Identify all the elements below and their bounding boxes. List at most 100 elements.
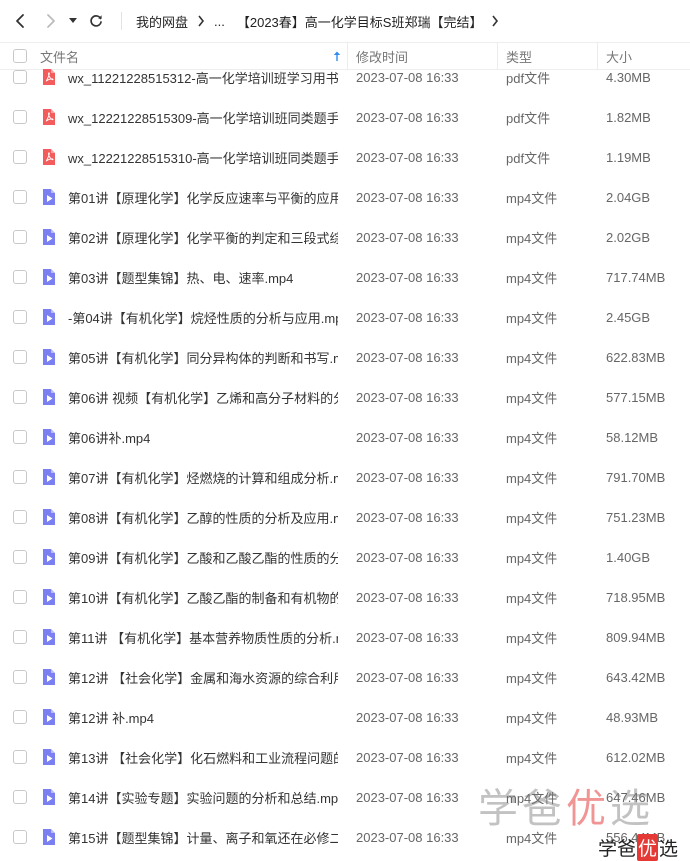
row-checkbox[interactable] xyxy=(13,350,27,364)
row-checkbox[interactable] xyxy=(13,270,27,284)
file-name[interactable]: 第15讲【题型集锦】计量、离子和氧还在必修二... xyxy=(68,828,338,847)
row-checkbox[interactable] xyxy=(13,710,27,724)
file-name[interactable]: 第09讲【有机化学】乙酸和乙酸乙酯的性质的分... xyxy=(68,548,338,567)
file-row[interactable]: wx_11221228515312-高一化学培训班学习用书... 2023-07-… xyxy=(0,57,690,97)
row-checkbox[interactable] xyxy=(13,670,27,684)
file-row[interactable]: 第02讲【原理化学】化学平衡的判定和三段式综... 2023-07-08 16:3… xyxy=(0,217,690,257)
file-name[interactable]: 第07讲【有机化学】烃燃烧的计算和组成分析.m... xyxy=(68,468,338,487)
row-checkbox[interactable] xyxy=(13,470,27,484)
file-name-cell[interactable]: 第15讲【题型集锦】计量、离子和氧还在必修二... xyxy=(40,828,347,847)
row-checkbox[interactable] xyxy=(13,510,27,524)
file-size: 1.40GB xyxy=(606,549,651,565)
back-button[interactable] xyxy=(9,10,31,32)
file-row[interactable]: 第01讲【原理化学】化学反应速率与平衡的应用... 2023-07-08 16:3… xyxy=(0,177,690,217)
file-name-cell[interactable]: 第10讲【有机化学】乙酸乙酯的制备和有机物的... xyxy=(40,588,347,607)
row-checkbox[interactable] xyxy=(13,310,27,324)
video-icon xyxy=(40,788,58,806)
file-name-cell[interactable]: wx_11221228515312-高一化学培训班学习用书... xyxy=(40,68,347,87)
file-name[interactable]: wx_12221228515309-高一化学培训班同类题手... xyxy=(68,108,338,127)
row-checkbox[interactable] xyxy=(13,630,27,644)
video-icon xyxy=(40,188,58,206)
file-name[interactable]: wx_11221228515312-高一化学培训班学习用书... xyxy=(68,68,338,87)
file-size: 2.45GB xyxy=(606,309,651,325)
file-name-cell[interactable]: 第01讲【原理化学】化学反应速率与平衡的应用... xyxy=(40,188,347,207)
file-row[interactable]: 第06讲补.mp4 2023-07-08 16:33 mp4文件 58.12MB xyxy=(0,417,690,457)
file-name-cell[interactable]: 第14讲【实验专题】实验问题的分析和总结.mp4 xyxy=(40,788,347,807)
file-name[interactable]: 第05讲【有机化学】同分异构体的判断和书写.m... xyxy=(68,348,338,367)
breadcrumb-root[interactable]: 我的网盘 xyxy=(136,12,188,31)
row-checkbox[interactable] xyxy=(13,750,27,764)
file-row[interactable]: 第07讲【有机化学】烃燃烧的计算和组成分析.m... 2023-07-08 16:… xyxy=(0,457,690,497)
file-name-cell[interactable]: 第03讲【题型集锦】热、电、速率.mp4 xyxy=(40,268,347,287)
file-name[interactable]: 第03讲【题型集锦】热、电、速率.mp4 xyxy=(68,268,338,287)
row-select-cell xyxy=(0,830,40,844)
file-name-cell[interactable]: 第05讲【有机化学】同分异构体的判断和书写.m... xyxy=(40,348,347,367)
file-modified-time: 2023-07-08 16:33 xyxy=(356,749,459,765)
file-name[interactable]: -第04讲【有机化学】烷烃性质的分析与应用.mp4 xyxy=(68,308,338,327)
file-name[interactable]: wx_12221228515310-高一化学培训班同类题手... xyxy=(68,148,338,167)
file-name-cell[interactable]: -第04讲【有机化学】烷烃性质的分析与应用.mp4 xyxy=(40,308,347,327)
file-size: 2.04GB xyxy=(606,189,651,205)
forward-button[interactable] xyxy=(40,10,62,32)
file-name-cell[interactable]: 第09讲【有机化学】乙酸和乙酸乙酯的性质的分... xyxy=(40,548,347,567)
video-icon xyxy=(40,468,58,486)
breadcrumb-current-folder[interactable]: 【2023春】高一化学目标S班郑瑞【完结】 xyxy=(237,12,483,31)
file-type: mp4文件 xyxy=(506,230,558,246)
file-name-cell[interactable]: 第06讲 视频【有机化学】乙烯和高分子材料的分... xyxy=(40,388,347,407)
video-icon xyxy=(40,508,58,526)
file-name[interactable]: 第13讲 【社会化学】化石燃料和工业流程问题的... xyxy=(68,748,338,767)
file-modified-time: 2023-07-08 16:33 xyxy=(356,829,459,845)
file-name[interactable]: 第06讲补.mp4 xyxy=(68,428,338,447)
row-checkbox[interactable] xyxy=(13,150,27,164)
file-name[interactable]: 第06讲 视频【有机化学】乙烯和高分子材料的分... xyxy=(68,388,338,407)
file-row[interactable]: 第13讲 【社会化学】化石燃料和工业流程问题的... 2023-07-08 16:… xyxy=(0,737,690,777)
file-row[interactable]: 第05讲【有机化学】同分异构体的判断和书写.m... 2023-07-08 16:… xyxy=(0,337,690,377)
file-row[interactable]: 第03讲【题型集锦】热、电、速率.mp4 2023-07-08 16:33 mp4文… xyxy=(0,257,690,297)
refresh-button[interactable] xyxy=(85,10,107,32)
file-name-cell[interactable]: 第12讲 补.mp4 xyxy=(40,708,347,727)
row-checkbox[interactable] xyxy=(13,790,27,804)
file-name-cell[interactable]: 第06讲补.mp4 xyxy=(40,428,347,447)
row-checkbox[interactable] xyxy=(13,550,27,564)
file-name[interactable]: 第02讲【原理化学】化学平衡的判定和三段式综... xyxy=(68,228,338,247)
caret-down-icon xyxy=(69,18,77,23)
file-name[interactable]: 第10讲【有机化学】乙酸乙酯的制备和有机物的... xyxy=(68,588,338,607)
file-name[interactable]: 第11讲 【有机化学】基本营养物质性质的分析.m... xyxy=(68,628,338,647)
row-checkbox[interactable] xyxy=(13,230,27,244)
file-modified-time: 2023-07-08 16:33 xyxy=(356,109,459,125)
file-name-cell[interactable]: 第13讲 【社会化学】化石燃料和工业流程问题的... xyxy=(40,748,347,767)
row-checkbox[interactable] xyxy=(13,390,27,404)
file-name[interactable]: 第12讲 【社会化学】金属和海水资源的综合利用... xyxy=(68,668,338,687)
file-name-cell[interactable]: 第07讲【有机化学】烃燃烧的计算和组成分析.m... xyxy=(40,468,347,487)
file-name[interactable]: 第01讲【原理化学】化学反应速率与平衡的应用... xyxy=(68,188,338,207)
row-checkbox[interactable] xyxy=(13,190,27,204)
row-checkbox[interactable] xyxy=(13,830,27,844)
file-name-cell[interactable]: 第02讲【原理化学】化学平衡的判定和三段式综... xyxy=(40,228,347,247)
file-name-cell[interactable]: 第12讲 【社会化学】金属和海水资源的综合利用... xyxy=(40,668,347,687)
file-row[interactable]: -第04讲【有机化学】烷烃性质的分析与应用.mp4 2023-07-08 16:3… xyxy=(0,297,690,337)
file-type: pdf文件 xyxy=(506,70,551,86)
file-type: mp4文件 xyxy=(506,750,558,766)
file-row[interactable]: 第11讲 【有机化学】基本营养物质性质的分析.m... 2023-07-08 16… xyxy=(0,617,690,657)
file-row[interactable]: 第12讲 补.mp4 2023-07-08 16:33 mp4文件 48.93MB xyxy=(0,697,690,737)
file-row[interactable]: 第09讲【有机化学】乙酸和乙酸乙酯的性质的分... 2023-07-08 16:3… xyxy=(0,537,690,577)
file-row[interactable]: wx_12221228515310-高一化学培训班同类题手... 2023-07-… xyxy=(0,137,690,177)
file-name[interactable]: 第14讲【实验专题】实验问题的分析和总结.mp4 xyxy=(68,788,338,807)
file-name[interactable]: 第12讲 补.mp4 xyxy=(68,708,338,727)
row-checkbox[interactable] xyxy=(13,70,27,84)
file-row[interactable]: 第06讲 视频【有机化学】乙烯和高分子材料的分... 2023-07-08 16:… xyxy=(0,377,690,417)
file-name-cell[interactable]: 第11讲 【有机化学】基本营养物质性质的分析.m... xyxy=(40,628,347,647)
file-name-cell[interactable]: wx_12221228515310-高一化学培训班同类题手... xyxy=(40,148,347,167)
file-name-cell[interactable]: 第08讲【有机化学】乙醇的性质的分析及应用.m... xyxy=(40,508,347,527)
file-row[interactable]: 第08讲【有机化学】乙醇的性质的分析及应用.m... 2023-07-08 16:… xyxy=(0,497,690,537)
row-checkbox[interactable] xyxy=(13,430,27,444)
file-row[interactable]: wx_12221228515309-高一化学培训班同类题手... 2023-07-… xyxy=(0,97,690,137)
file-name-cell[interactable]: wx_12221228515309-高一化学培训班同类题手... xyxy=(40,108,347,127)
file-name[interactable]: 第08讲【有机化学】乙醇的性质的分析及应用.m... xyxy=(68,508,338,527)
history-dropdown-button[interactable] xyxy=(67,10,79,32)
file-row[interactable]: 第12讲 【社会化学】金属和海水资源的综合利用... 2023-07-08 16:… xyxy=(0,657,690,697)
breadcrumb-ellipsis[interactable]: ... xyxy=(214,14,225,29)
row-checkbox[interactable] xyxy=(13,110,27,124)
row-checkbox[interactable] xyxy=(13,590,27,604)
file-row[interactable]: 第10讲【有机化学】乙酸乙酯的制备和有机物的... 2023-07-08 16:3… xyxy=(0,577,690,617)
